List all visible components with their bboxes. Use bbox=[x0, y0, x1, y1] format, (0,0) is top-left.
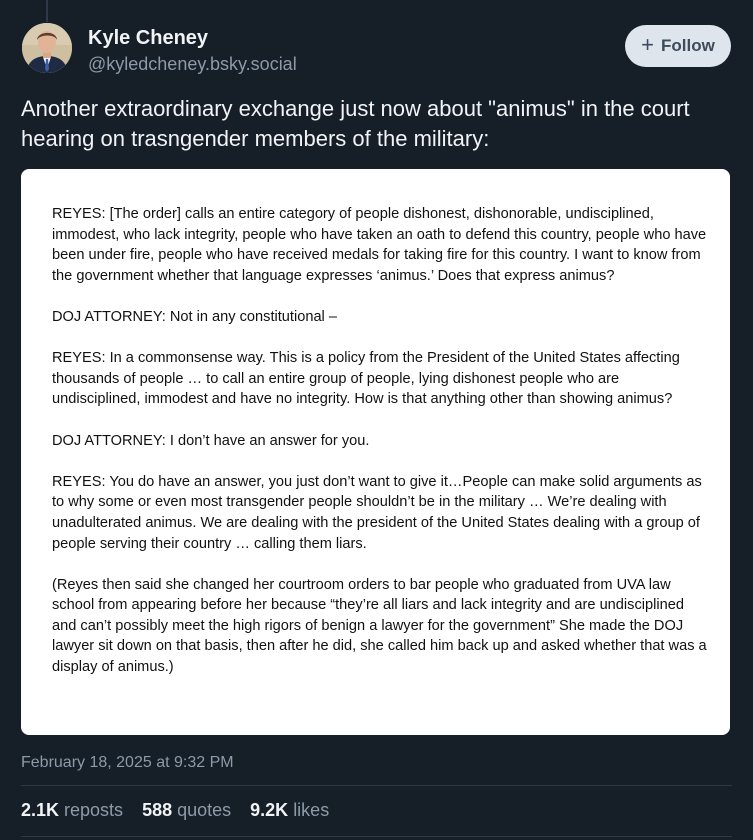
follow-button-label: Follow bbox=[661, 36, 715, 55]
divider bbox=[21, 836, 732, 837]
reposts-count: 2.1K bbox=[21, 800, 60, 820]
transcript-paragraph: REYES: [The order] calls an entire categ… bbox=[52, 206, 707, 284]
avatar-photo bbox=[22, 23, 72, 73]
divider bbox=[21, 785, 732, 786]
transcript-paragraph: DOJ ATTORNEY: Not in any constitutional … bbox=[52, 308, 337, 325]
plus-icon: + bbox=[641, 32, 655, 57]
post-header: Kyle Cheney @kyledcheney.bsky.social + F… bbox=[22, 23, 731, 81]
transcript-paragraph: (Reyes then said she changed her courtro… bbox=[52, 576, 707, 676]
avatar[interactable] bbox=[22, 23, 72, 73]
post-text: Another extraordinary exchange just now … bbox=[21, 96, 690, 151]
embedded-image[interactable]: REYES: [The order] calls an entire categ… bbox=[21, 169, 730, 735]
likes-count: 9.2K bbox=[250, 800, 289, 820]
author-name[interactable]: Kyle Cheney bbox=[88, 27, 208, 50]
thread-line bbox=[46, 0, 48, 22]
follow-button[interactable]: + Follow bbox=[625, 25, 731, 67]
likes-stat[interactable]: 9.2K likes bbox=[250, 800, 329, 821]
quotes-stat[interactable]: 588 quotes bbox=[142, 800, 231, 821]
transcript-paragraph: REYES: In a commonsense way. This is a p… bbox=[52, 350, 680, 408]
author-handle[interactable]: @kyledcheney.bsky.social bbox=[88, 54, 297, 75]
engagement-stats: 2.1K reposts 588 quotes 9.2K likes bbox=[21, 800, 329, 821]
reposts-label: reposts bbox=[64, 800, 124, 820]
likes-label: likes bbox=[293, 800, 330, 820]
quotes-label: quotes bbox=[177, 800, 232, 820]
transcript-paragraph: REYES: You do have an answer, you just d… bbox=[52, 473, 702, 552]
post-timestamp[interactable]: February 18, 2025 at 9:32 PM bbox=[21, 754, 234, 772]
reposts-stat[interactable]: 2.1K reposts bbox=[21, 800, 123, 821]
transcript-paragraph: DOJ ATTORNEY: I don’t have an answer for… bbox=[52, 432, 370, 449]
quotes-count: 588 bbox=[142, 800, 173, 820]
